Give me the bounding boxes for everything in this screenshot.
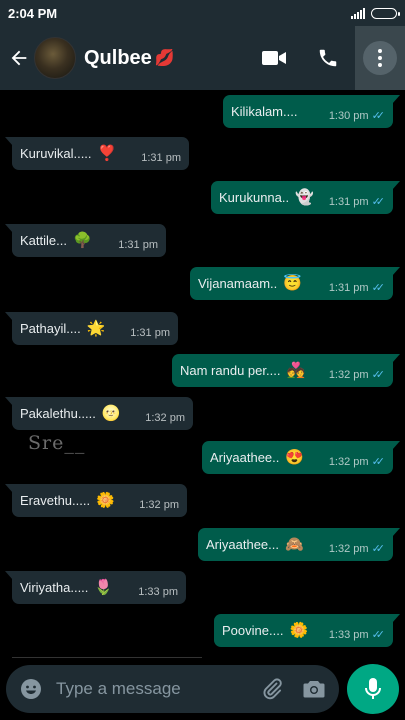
battery-icon bbox=[371, 7, 400, 19]
smiling-halo-emoji: 😇 bbox=[283, 275, 302, 292]
read-ticks-icon: ✓✓ bbox=[371, 282, 386, 294]
signal-icon bbox=[351, 7, 365, 19]
message-bubble[interactable]: Eravethu..... 🌼 1:32 pm bbox=[5, 484, 187, 517]
message-time: 1:31 pm bbox=[118, 239, 158, 251]
read-ticks-icon: ✓✓ bbox=[371, 456, 386, 468]
message-time: 1:31 pm bbox=[130, 327, 170, 339]
message-text: Kattile... bbox=[20, 233, 67, 248]
message-bubble[interactable]: Viriyatha..... 🌷 1:33 pm bbox=[5, 571, 186, 604]
message-time: 1:31 pm bbox=[328, 195, 369, 208]
read-ticks-icon: ✓✓ bbox=[371, 543, 386, 555]
status-bar: 2:04 PM bbox=[0, 0, 405, 26]
message-bubble[interactable]: Ariyaathee... 🙈 1:32 pm ✓✓ bbox=[198, 528, 400, 561]
message-time: 1:33 pm bbox=[138, 586, 178, 598]
message-list[interactable]: Kilikalam.... 1:30 pm ✓✓ Kuruvikal..... ❣… bbox=[0, 90, 405, 658]
message-time: 1:32 pm bbox=[328, 455, 369, 468]
video-call-button[interactable] bbox=[247, 26, 301, 90]
heart-eyes-emoji: 😍 bbox=[285, 449, 305, 466]
contact-name[interactable]: Qulbee 💋 bbox=[84, 47, 175, 70]
message-bubble[interactable]: Ariyaathee.. 😍 1:32 pm ✓✓ bbox=[202, 441, 400, 474]
message-text: Poovine.... bbox=[222, 623, 284, 638]
avatar[interactable] bbox=[34, 37, 76, 79]
message-time: 1:32 pm bbox=[328, 542, 369, 555]
message-text: Kilikalam.... bbox=[231, 104, 298, 119]
heart-emoji: ❣️ bbox=[97, 145, 117, 162]
read-ticks-icon: ✓✓ bbox=[371, 629, 386, 641]
divider bbox=[12, 657, 202, 658]
blossom-emoji: 🌼 bbox=[289, 622, 309, 639]
couple-emoji: 💑 bbox=[286, 362, 306, 379]
tulip-emoji: 🌷 bbox=[94, 579, 114, 596]
message-text: Vijanamaam.. bbox=[198, 276, 278, 291]
message-time: 1:32 pm bbox=[145, 412, 185, 424]
moon-face-emoji: 🌝 bbox=[101, 405, 121, 422]
voice-call-icon bbox=[319, 49, 337, 67]
video-call-icon bbox=[262, 51, 286, 65]
more-options-icon bbox=[363, 41, 397, 75]
message-bubble[interactable]: Nam randu per.... 💑 1:32 pm ✓✓ bbox=[172, 354, 400, 387]
voice-message-button[interactable] bbox=[347, 664, 399, 714]
more-options-button[interactable] bbox=[355, 26, 405, 90]
message-text: Ariyaathee... bbox=[206, 537, 279, 552]
back-arrow-icon bbox=[11, 50, 27, 66]
message-text: Pakalethu..... bbox=[20, 406, 96, 421]
message-time: 1:33 pm bbox=[328, 628, 369, 641]
voice-call-button[interactable] bbox=[301, 26, 355, 90]
message-bubble[interactable]: Pathayil.... 🌟 1:31 pm bbox=[5, 312, 178, 345]
read-ticks-icon: ✓✓ bbox=[371, 196, 386, 208]
message-text: Pathayil.... bbox=[20, 321, 81, 336]
microphone-icon bbox=[365, 678, 381, 699]
tree-emoji: 🌳 bbox=[72, 232, 92, 249]
read-ticks-icon: ✓✓ bbox=[371, 369, 386, 381]
message-bubble[interactable]: Kuruvikal..... ❣️ 1:31 pm bbox=[5, 137, 189, 170]
chat-header: Qulbee 💋 bbox=[0, 26, 405, 90]
message-bubble[interactable]: Kurukunna.. 👻 1:31 pm ✓✓ bbox=[211, 181, 400, 214]
emoji-button[interactable] bbox=[16, 674, 46, 704]
message-text: Eravethu..... bbox=[20, 493, 91, 508]
lips-emoji: 💋 bbox=[154, 50, 175, 67]
star-emoji: 🌟 bbox=[86, 320, 106, 337]
message-text: Kurukunna.. bbox=[219, 190, 290, 205]
see-no-evil-monkey-emoji: 🙈 bbox=[285, 536, 304, 553]
message-time: 1:30 pm bbox=[328, 109, 369, 122]
read-ticks-icon: ✓✓ bbox=[371, 110, 386, 122]
blossom-emoji: 🌼 bbox=[96, 492, 115, 509]
message-bubble[interactable]: Vijanamaam.. 😇 1:31 pm ✓✓ bbox=[190, 267, 400, 300]
camera-icon bbox=[303, 681, 325, 698]
status-time: 2:04 PM bbox=[8, 5, 58, 21]
emoji-icon bbox=[21, 679, 41, 699]
message-text: Nam randu per.... bbox=[180, 363, 281, 378]
message-time: 1:32 pm bbox=[328, 368, 369, 381]
message-composer: Type a message bbox=[6, 665, 339, 713]
camera-button[interactable] bbox=[299, 674, 329, 704]
message-text: Kuruvikal..... bbox=[20, 146, 92, 161]
message-text: Viriyatha..... bbox=[20, 580, 89, 595]
attach-button[interactable] bbox=[257, 674, 287, 704]
message-time: 1:32 pm bbox=[139, 499, 179, 511]
ghost-emoji: 👻 bbox=[295, 189, 314, 206]
message-time: 1:31 pm bbox=[141, 152, 181, 164]
message-input[interactable]: Type a message bbox=[56, 679, 257, 699]
paperclip-icon bbox=[263, 678, 282, 700]
message-bubble[interactable]: Kattile... 🌳 1:31 pm bbox=[5, 224, 166, 257]
back-button[interactable] bbox=[2, 26, 36, 90]
overlay-text: Sre__ bbox=[28, 432, 86, 454]
message-bubble[interactable]: Pakalethu..... 🌝 1:32 pm bbox=[5, 397, 193, 430]
message-bubble[interactable]: Poovine.... 🌼 1:33 pm ✓✓ bbox=[214, 614, 400, 647]
message-bubble[interactable]: Kilikalam.... 1:30 pm ✓✓ bbox=[223, 95, 400, 128]
message-time: 1:31 pm bbox=[328, 281, 369, 294]
contact-name-text: Qulbee bbox=[84, 46, 152, 69]
message-text: Ariyaathee.. bbox=[210, 450, 280, 465]
